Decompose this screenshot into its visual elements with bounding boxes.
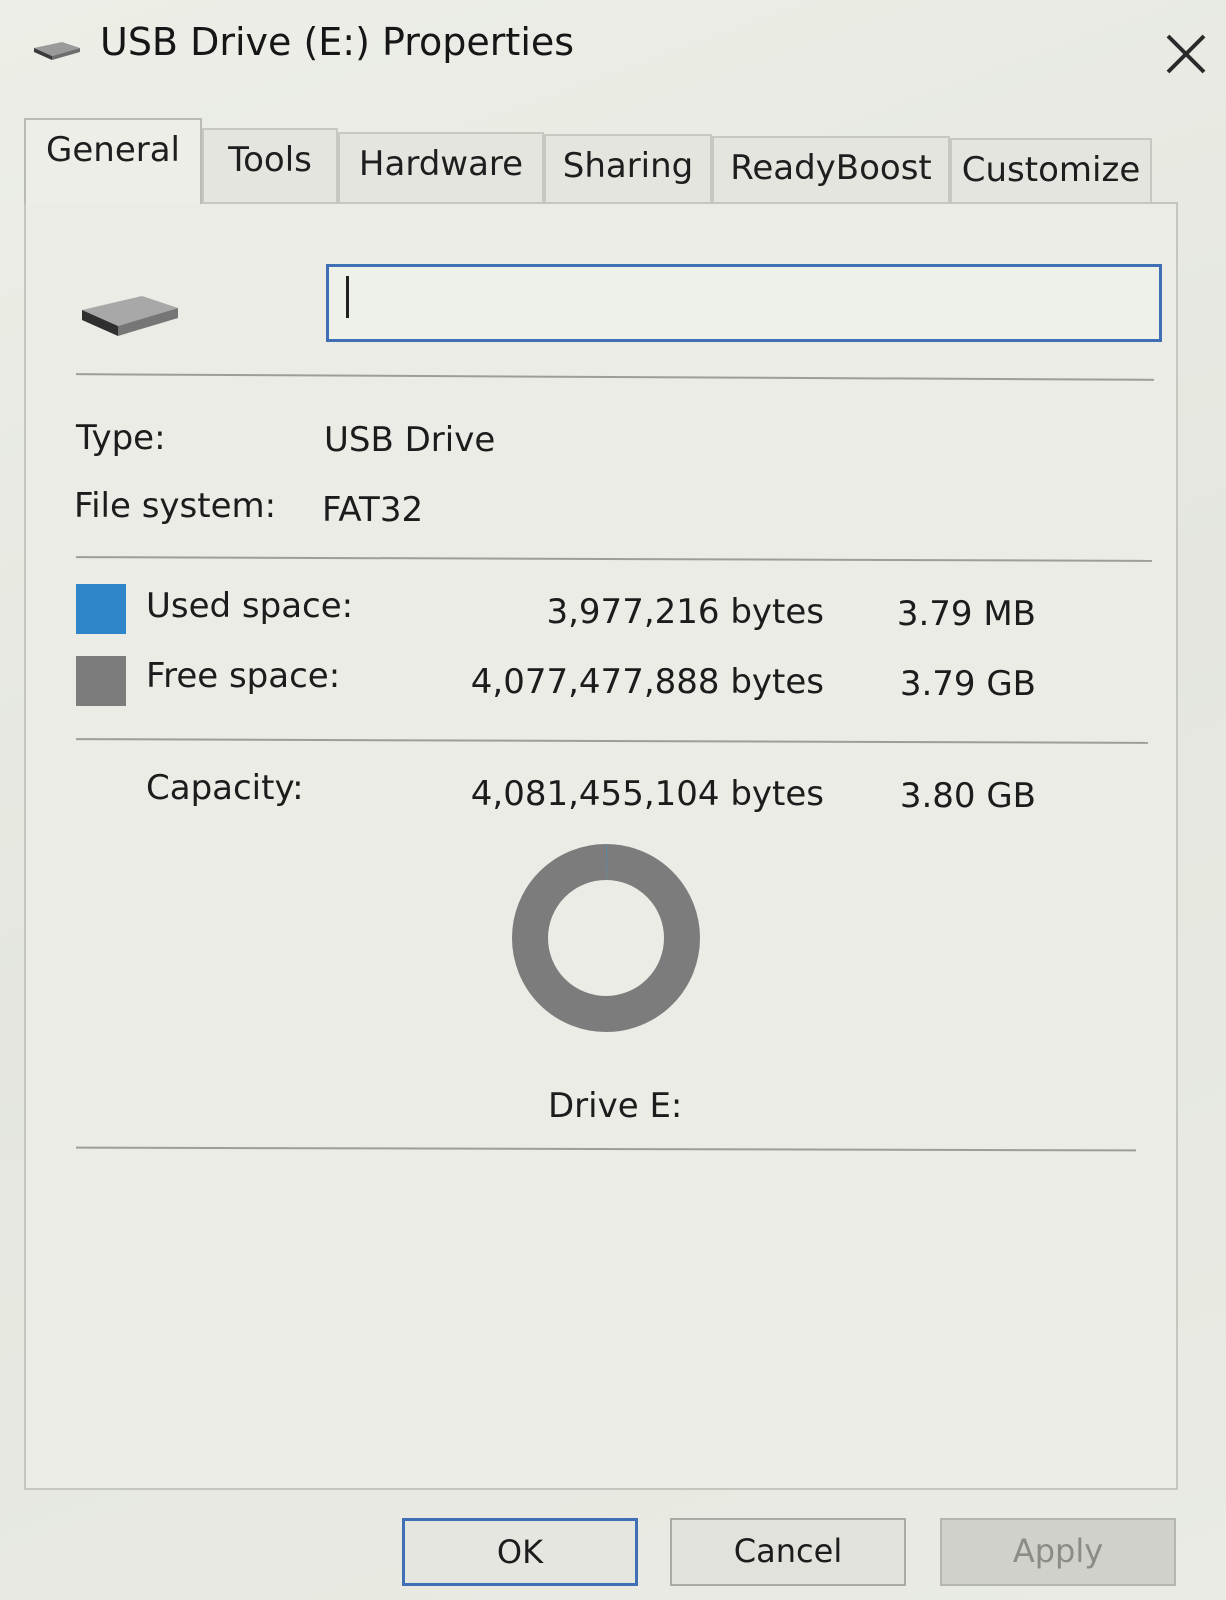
free-space-size: 3.79 GB xyxy=(899,664,1036,704)
window-title: USB Drive (E:) Properties xyxy=(100,20,575,64)
usage-donut-chart xyxy=(512,844,700,1032)
tab-customize[interactable]: Customize xyxy=(950,138,1152,202)
drive-caption: Drive E: xyxy=(548,1086,683,1126)
free-space-swatch xyxy=(76,656,126,706)
tab-sharing[interactable]: Sharing xyxy=(544,134,712,202)
title-bar: USB Drive (E:) Properties xyxy=(0,0,1226,100)
tab-hardware[interactable]: Hardware xyxy=(338,132,544,202)
used-space-label: Used space: xyxy=(146,586,354,626)
type-label: Type: xyxy=(76,418,166,458)
volume-label-input[interactable] xyxy=(326,264,1162,342)
cancel-button[interactable]: Cancel xyxy=(670,1518,906,1586)
capacity-label: Capacity: xyxy=(146,768,304,808)
filesystem-value: FAT32 xyxy=(322,490,424,530)
free-space-label: Free space: xyxy=(146,656,341,696)
used-space-bytes: 3,977,216 bytes xyxy=(546,592,824,632)
close-button[interactable] xyxy=(1160,28,1212,80)
type-value: USB Drive xyxy=(324,420,496,460)
apply-button[interactable]: Apply xyxy=(940,1518,1176,1586)
used-space-size: 3.79 MB xyxy=(896,594,1036,634)
capacity-bytes: 4,081,455,104 bytes xyxy=(470,774,824,814)
properties-window: USB Drive (E:) Properties General Tools … xyxy=(0,0,1226,1600)
capacity-size: 3.80 GB xyxy=(899,776,1036,816)
close-icon xyxy=(1166,34,1206,74)
usb-drive-icon xyxy=(32,38,82,66)
tab-general[interactable]: General xyxy=(24,118,202,204)
donut-slice-free xyxy=(512,844,700,1032)
used-space-swatch xyxy=(76,584,126,634)
tab-readyboost[interactable]: ReadyBoost xyxy=(712,136,950,202)
free-space-bytes: 4,077,477,888 bytes xyxy=(470,662,824,702)
ok-button[interactable]: OK xyxy=(402,1518,638,1586)
text-caret xyxy=(346,276,349,318)
usb-drive-icon xyxy=(80,286,180,344)
tab-tools[interactable]: Tools xyxy=(202,128,338,202)
filesystem-label: File system: xyxy=(74,486,277,526)
